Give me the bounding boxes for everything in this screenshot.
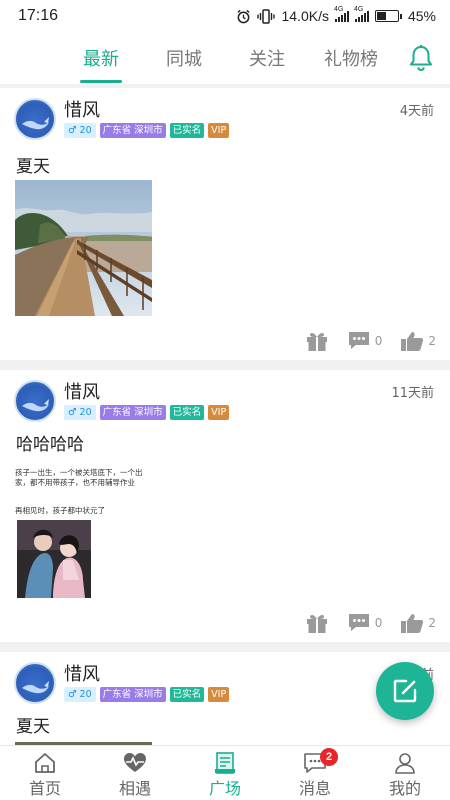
tab-latest[interactable]: 最新 bbox=[78, 32, 124, 84]
avatar[interactable] bbox=[14, 380, 56, 422]
verified-badge: 已实名 bbox=[169, 405, 205, 420]
nav-messages[interactable]: 消息 2 bbox=[270, 746, 360, 800]
bottom-nav: 首页 相遇 广场 消息 2 我的 bbox=[0, 745, 450, 800]
post-text: 夏天 bbox=[16, 717, 50, 737]
vip-badge: VIP bbox=[208, 687, 230, 702]
post-feed[interactable]: 惜风 4天前 ♂ 20 广东省 深圳市 已实名 VIP 夏天 0 2 惜风 11… bbox=[0, 84, 450, 745]
edit-icon bbox=[393, 679, 417, 703]
verified-badge: 已实名 bbox=[169, 123, 205, 138]
gift-button[interactable] bbox=[305, 330, 329, 352]
post-card[interactable]: 惜风 11天前 ♂ 20 广东省 深圳市 已实名 VIP 哈哈哈哈 孩子一出生，… bbox=[0, 370, 450, 642]
comment-count: 0 bbox=[374, 616, 383, 630]
nav-messages-label: 消息 bbox=[298, 779, 331, 798]
post-actions: 0 2 bbox=[305, 330, 436, 352]
nav-square[interactable]: 广场 bbox=[180, 746, 270, 800]
post-text: 夏天 bbox=[16, 157, 50, 177]
nav-home-label: 首页 bbox=[28, 779, 61, 798]
tab-gift-ranking[interactable]: 礼物榜 bbox=[320, 32, 382, 84]
like-count: 2 bbox=[428, 334, 436, 348]
status-bar: 17:16 14.0K/s 4G 4G 45% bbox=[0, 0, 450, 32]
comment-button[interactable]: 0 bbox=[347, 330, 383, 352]
gift-button[interactable] bbox=[305, 612, 329, 634]
gender-age-badge: ♂ 20 bbox=[64, 123, 96, 138]
verified-badge: 已实名 bbox=[169, 687, 205, 702]
post-time: 11天前 bbox=[391, 386, 434, 401]
gift-icon bbox=[306, 332, 327, 351]
tab-following[interactable]: 关注 bbox=[244, 32, 290, 84]
comment-icon bbox=[348, 332, 369, 349]
vibrate-icon bbox=[257, 8, 276, 24]
like-count: 2 bbox=[428, 616, 436, 630]
thumbs-up-icon bbox=[401, 614, 424, 633]
battery-icon bbox=[374, 10, 402, 22]
username[interactable]: 惜风 bbox=[64, 96, 100, 122]
nav-profile[interactable]: 我的 bbox=[360, 746, 450, 800]
username[interactable]: 惜风 bbox=[64, 378, 100, 404]
username[interactable]: 惜风 bbox=[64, 660, 100, 686]
signal-2-label: 4G bbox=[353, 6, 364, 13]
post-image[interactable] bbox=[15, 180, 152, 316]
location-badge: 广东省 深圳市 bbox=[99, 123, 166, 138]
nav-meet[interactable]: 相遇 bbox=[90, 746, 180, 800]
signal-2-icon: 4G bbox=[354, 6, 369, 22]
status-time: 17:16 bbox=[18, 7, 59, 24]
post-card[interactable]: 惜风 4天前 ♂ 20 广东省 深圳市 已实名 VIP 夏天 0 2 bbox=[0, 88, 450, 360]
active-tab-indicator bbox=[80, 80, 122, 83]
home-icon bbox=[35, 753, 55, 773]
like-button[interactable]: 2 bbox=[400, 612, 436, 634]
profile-icon bbox=[395, 753, 415, 774]
signal-1-icon: 4G bbox=[334, 6, 349, 22]
compose-button[interactable] bbox=[376, 662, 434, 720]
vip-badge: VIP bbox=[208, 405, 230, 420]
nav-profile-label: 我的 bbox=[388, 779, 421, 798]
location-badge: 广东省 深圳市 bbox=[99, 687, 166, 702]
unread-badge: 2 bbox=[320, 748, 338, 766]
avatar[interactable] bbox=[14, 662, 56, 704]
nav-meet-label: 相遇 bbox=[118, 779, 151, 798]
post-text: 哈哈哈哈 bbox=[16, 435, 84, 455]
like-button[interactable]: 2 bbox=[400, 330, 436, 352]
heart-pulse-icon bbox=[124, 753, 146, 772]
user-badges: ♂ 20 广东省 深圳市 已实名 VIP bbox=[64, 687, 230, 702]
vip-badge: VIP bbox=[208, 123, 230, 138]
thumbs-up-icon bbox=[401, 332, 424, 351]
image-caption-1: 孩子一出生，一个被关塔底下，一个出家，都不用带孩子，也不用辅导作业 bbox=[15, 468, 143, 487]
post-image[interactable] bbox=[17, 520, 91, 598]
nav-home[interactable]: 首页 bbox=[0, 746, 90, 800]
bell-icon[interactable] bbox=[408, 44, 434, 72]
gift-icon bbox=[306, 614, 327, 633]
user-badges: ♂ 20 广东省 深圳市 已实名 VIP bbox=[64, 405, 230, 420]
alarm-icon bbox=[237, 9, 251, 23]
gender-age-badge: ♂ 20 bbox=[64, 405, 96, 420]
battery-percent: 45% bbox=[407, 8, 436, 24]
comment-count: 0 bbox=[374, 334, 383, 348]
top-tabs: 最新 同城 关注 礼物榜 bbox=[0, 32, 450, 84]
status-icons: 14.0K/s 4G 4G 45% bbox=[236, 6, 436, 24]
comment-button[interactable]: 0 bbox=[347, 612, 383, 634]
location-badge: 广东省 深圳市 bbox=[99, 405, 166, 420]
avatar[interactable] bbox=[14, 98, 56, 140]
nav-square-label: 广场 bbox=[208, 779, 241, 798]
post-actions: 0 2 bbox=[305, 612, 436, 634]
comment-icon bbox=[348, 614, 369, 631]
gender-age-badge: ♂ 20 bbox=[64, 687, 96, 702]
signal-1-label: 4G bbox=[333, 6, 344, 13]
image-caption-2: 再相见时，孩子都中状元了 bbox=[15, 506, 105, 515]
square-feed-icon bbox=[215, 752, 235, 774]
net-speed: 14.0K/s bbox=[281, 8, 329, 24]
tab-same-city[interactable]: 同城 bbox=[161, 32, 207, 84]
post-time: 4天前 bbox=[399, 104, 434, 119]
user-badges: ♂ 20 广东省 深圳市 已实名 VIP bbox=[64, 123, 230, 138]
